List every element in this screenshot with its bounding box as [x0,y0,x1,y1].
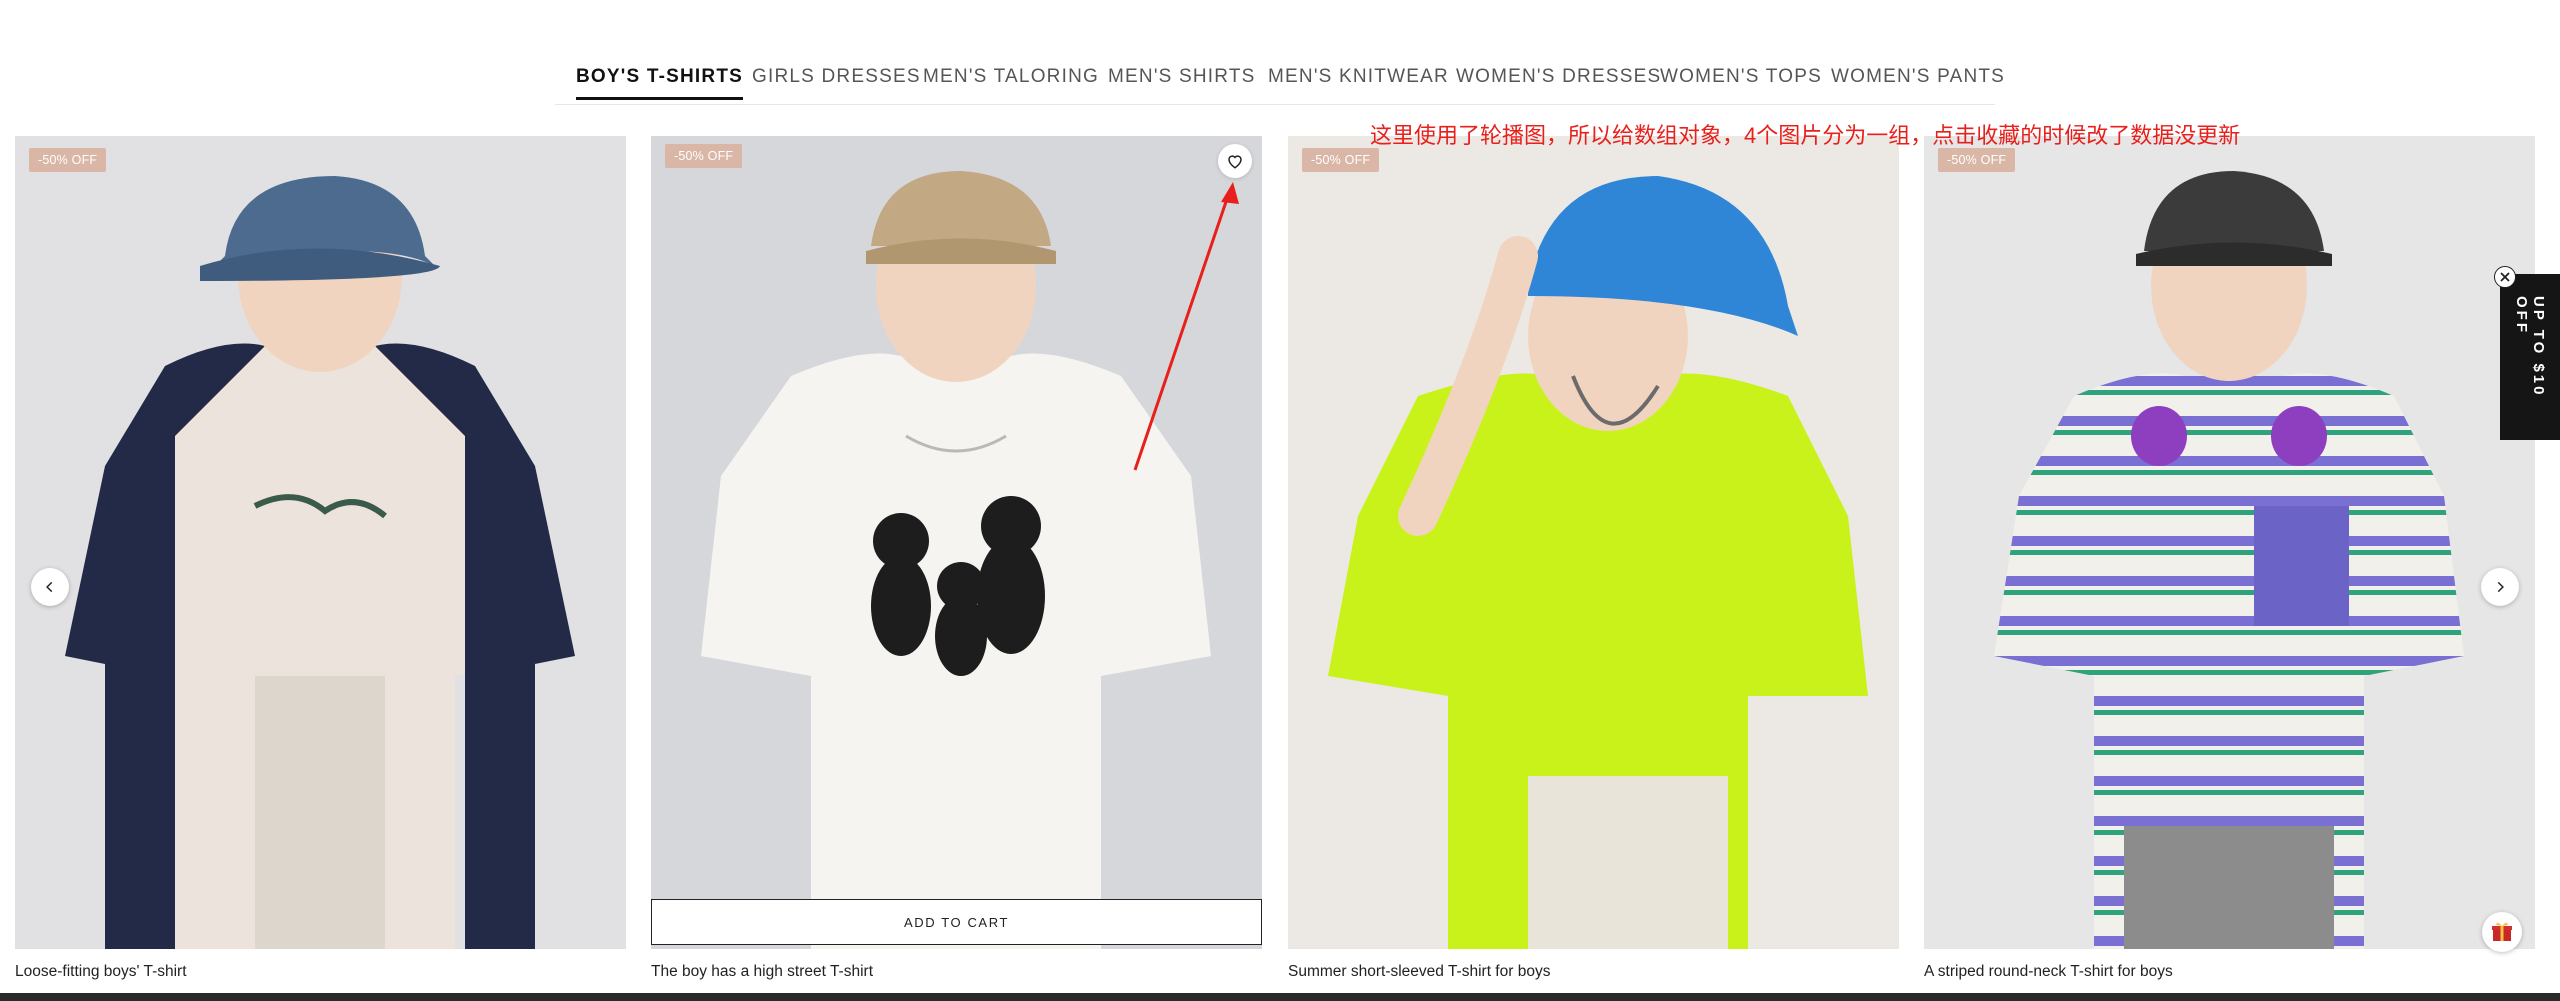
tab-label: WOMEN'S TOPS [1660,66,1822,87]
tab-label: BOY'S T-SHIRTS [576,66,744,87]
wishlist-button[interactable] [1218,144,1252,178]
product-image[interactable]: -50% OFF [15,136,626,949]
discount-badge: -50% OFF [29,148,107,172]
product-photo [1288,136,1899,949]
product-card[interactable]: -50% OFF Loose-fitting boys' T-shirt [15,136,626,981]
product-title[interactable]: A striped round-neck T-shirt for boys [1924,963,2535,981]
product-card[interactable]: -50% OFF Summer short-sleeved T-shirt fo… [1288,136,1899,981]
tab-womens-tops[interactable]: WOMEN'S TOPS [1660,62,1822,104]
tab-boys-tshirts[interactable]: BOY'S T-SHIRTS [576,62,744,104]
discount-badge: -50% OFF [665,144,743,168]
tab-label: MEN'S TALORING [923,66,1099,87]
tab-mens-shirts[interactable]: MEN'S SHIRTS [1108,62,1256,104]
annotation-text: 这里使用了轮播图，所以给数组对象，4个图片分为一组，点击收藏的时候改了数据没更新 [1370,123,2241,148]
tab-womens-pants[interactable]: WOMEN'S PANTS [1831,62,2005,104]
tab-mens-taloring[interactable]: MEN'S TALORING [923,62,1099,104]
annotation-arrow [1133,182,1239,471]
tab-mens-knitwear[interactable]: MEN'S KNITWEAR [1268,62,1449,104]
gift-icon [2492,922,2512,941]
chevron-right-icon [2497,581,2504,593]
product-photo [15,136,626,949]
product-photo [1924,136,2535,949]
product-title[interactable]: Summer short-sleeved T-shirt for boys [1288,963,1899,981]
carousel-next-button[interactable] [2481,568,2519,606]
tab-girls-dresses[interactable]: GIRLS DRESSES [752,62,921,104]
tab-label: WOMEN'S DRESSES [1456,66,1662,87]
heart-icon [1228,155,1242,169]
tab-label: GIRLS DRESSES [752,66,921,87]
tab-label: MEN'S KNITWEAR [1268,66,1449,87]
category-tabs: BOY'S T-SHIRTS GIRLS DRESSES MEN'S TALOR… [555,62,2004,105]
tab-label: MEN'S SHIRTS [1108,66,1256,87]
tab-label: WOMEN'S PANTS [1831,66,2006,87]
tab-womens-dresses[interactable]: WOMEN'S DRESSES [1456,62,1661,104]
promo-close-button[interactable] [2494,266,2516,288]
carousel-prev-button[interactable] [31,568,69,606]
side-promo-tab[interactable]: UP TO $10 OFF [2494,266,2560,440]
add-to-cart-button[interactable]: ADD TO CART [651,899,1262,945]
promo-label: UP TO $10 OFF [2513,296,2547,398]
gift-button[interactable] [2482,912,2522,952]
product-image[interactable]: -50% OFF [1288,136,1899,949]
product-card[interactable]: -50% OFF A striped round-neck T-shirt fo… [1924,136,2535,981]
product-title[interactable]: The boy has a high street T-shirt [651,963,1262,981]
product-image[interactable]: -50% OFF [1924,136,2535,949]
discount-badge: -50% OFF [1302,148,1380,172]
discount-badge: -50% OFF [1938,148,2016,172]
product-title[interactable]: Loose-fitting boys' T-shirt [15,963,626,981]
bottom-edge-bar [0,993,2560,1001]
close-icon [2500,272,2510,282]
chevron-left-icon [46,581,53,593]
